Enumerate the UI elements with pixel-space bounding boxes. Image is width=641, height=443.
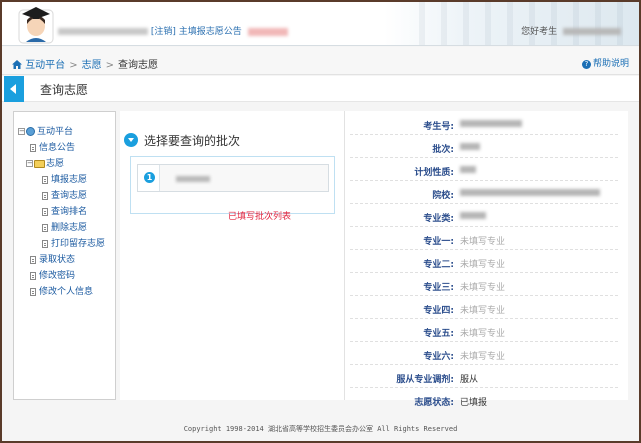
help-icon: ? [581, 60, 591, 69]
detail-label: 考生号: [423, 122, 454, 132]
nav-tree: − 互动平台 信息公告 − 志愿 填报志愿 查询志愿 查询排名 删除志愿 打印留存志… [18, 124, 105, 300]
home-icon [12, 60, 22, 69]
sidebar-item-delete[interactable]: 删除志愿 [18, 220, 105, 236]
detail-value-redacted [460, 142, 480, 152]
sidebar-item-password[interactable]: 修改密码 [18, 268, 105, 284]
avatar-icon [18, 7, 54, 44]
detail-value: 服从 [460, 375, 479, 385]
detail-row-plan-type: 计划性质: [350, 159, 618, 181]
detail-label: 批次: [432, 145, 454, 155]
divider [344, 111, 345, 400]
folder-icon [34, 159, 45, 168]
page-title: 查询志愿 [40, 83, 89, 97]
sidebar-item-info[interactable]: 信息公告 [18, 140, 105, 156]
breadcrumb-separator: > [105, 60, 114, 71]
detail-row-status: 志愿状态: 已填报 [350, 389, 618, 411]
breadcrumb-section[interactable]: 志愿 [82, 60, 102, 71]
detail-row-category: 专业类: [350, 205, 618, 227]
header: [注销] 主填报志愿公告 您好考生 [2, 2, 639, 46]
sidebar-item-profile[interactable]: 修改个人信息 [18, 284, 105, 300]
doc-icon [42, 175, 48, 184]
sidebar-item-print[interactable]: 打印留存志愿 [18, 236, 105, 252]
user-label: 您好考生 [521, 27, 558, 37]
sidebar-item-query[interactable]: 查询志愿 [18, 188, 105, 204]
sidebar-item-volunteer[interactable]: − 志愿 [18, 156, 105, 172]
detail-label: 专业六: [423, 352, 454, 362]
detail-row-adjust: 服从专业调剂: 服从 [350, 366, 618, 388]
doc-icon [42, 223, 48, 232]
detail-value: 未填写专业 [460, 260, 506, 270]
doc-icon [42, 191, 48, 200]
breadcrumb-separator: > [69, 60, 78, 71]
detail-value-redacted [460, 165, 476, 175]
detail-label: 专业三: [423, 283, 454, 293]
batch-heading: 选择要查询的批次 [124, 132, 240, 149]
detail-label: 院校: [432, 191, 454, 201]
detail-label: 志愿状态: [414, 398, 454, 408]
filled-batch-list-link[interactable]: 已填写批次列表 [228, 209, 291, 222]
collapse-icon[interactable]: − [26, 160, 33, 167]
detail-label: 专业五: [423, 329, 454, 339]
doc-icon [30, 287, 36, 296]
breadcrumb-bar: 互动平台 > 志愿 > 查询志愿 ? 帮助说明 [2, 47, 639, 75]
detail-label: 专业二: [423, 260, 454, 270]
detail-row-major-4: 专业四: 未填写专业 [350, 297, 618, 319]
title-bar: 查询志愿 [2, 76, 639, 102]
detail-row-major-6: 专业六: 未填写专业 [350, 343, 618, 365]
announcement-link[interactable]: 主填报志愿公告 [179, 27, 242, 37]
detail-row-major-1: 专业一: 未填写专业 [350, 228, 618, 250]
detail-label: 计划性质: [414, 168, 454, 178]
sidebar-item-admission[interactable]: 录取状态 [18, 252, 105, 268]
detail-label: 服从专业调剂: [396, 375, 454, 385]
user-id-redacted [563, 28, 621, 35]
doc-icon [30, 271, 36, 280]
detail-label: 专业类: [423, 214, 454, 224]
detail-value-redacted [460, 211, 486, 221]
doc-icon [42, 239, 48, 248]
breadcrumb-current: 查询志愿 [117, 60, 158, 71]
doc-icon [30, 255, 36, 264]
detail-value: 已填报 [460, 398, 488, 408]
sidebar: − 互动平台 信息公告 − 志愿 填报志愿 查询志愿 查询排名 删除志愿 打印留存志… [13, 111, 116, 400]
welcome-text: [注销] 主填报志愿公告 [58, 24, 288, 37]
detail-value-redacted [460, 119, 522, 129]
detail-row-major-3: 专业三: 未填写专业 [350, 274, 618, 296]
platform-icon [26, 127, 35, 136]
collapse-arrow-icon[interactable] [4, 76, 24, 102]
batch-item[interactable]: 1 [137, 164, 329, 192]
detail-row-school: 院校: [350, 182, 618, 204]
breadcrumb: 互动平台 > 志愿 > 查询志愿 [12, 56, 158, 71]
footer-copyright: Copyright 1998-2014 湖北省高等学校招生委员会办公室 All … [183, 425, 458, 433]
logout-link[interactable]: [注销] [151, 27, 176, 37]
detail-row-major-2: 专业二: 未填写专业 [350, 251, 618, 273]
chevron-down-icon [124, 133, 138, 147]
detail-row-exam-number: 考生号: [350, 113, 618, 135]
sidebar-item-rank[interactable]: 查询排名 [18, 204, 105, 220]
detail-value: 未填写专业 [460, 329, 506, 339]
detail-value: 未填写专业 [460, 237, 506, 247]
detail-value-redacted [460, 188, 600, 198]
sidebar-item-fill[interactable]: 填报志愿 [18, 172, 105, 188]
detail-row-batch: 批次: [350, 136, 618, 158]
sidebar-root[interactable]: − 互动平台 [18, 124, 105, 140]
help-link[interactable]: ? 帮助说明 [581, 56, 629, 69]
announcement-redacted [247, 27, 288, 36]
detail-value: 未填写专业 [460, 283, 506, 293]
detail-row-major-5: 专业五: 未填写专业 [350, 320, 618, 342]
detail-label: 专业一: [423, 237, 454, 247]
breadcrumb-home[interactable]: 互动平台 [25, 60, 65, 71]
user-info: 您好考生 [521, 24, 621, 37]
detail-value: 未填写专业 [460, 306, 506, 316]
doc-icon [42, 207, 48, 216]
school-name-redacted [58, 28, 148, 35]
batch-number-badge: 1 [138, 165, 160, 191]
detail-label: 专业四: [423, 306, 454, 316]
collapse-icon[interactable]: − [18, 128, 25, 135]
detail-value: 未填写专业 [460, 352, 506, 362]
batch-list: 1 [130, 156, 335, 214]
doc-icon [30, 143, 36, 152]
batch-name-redacted [176, 176, 210, 182]
help-label: 帮助说明 [592, 59, 629, 69]
